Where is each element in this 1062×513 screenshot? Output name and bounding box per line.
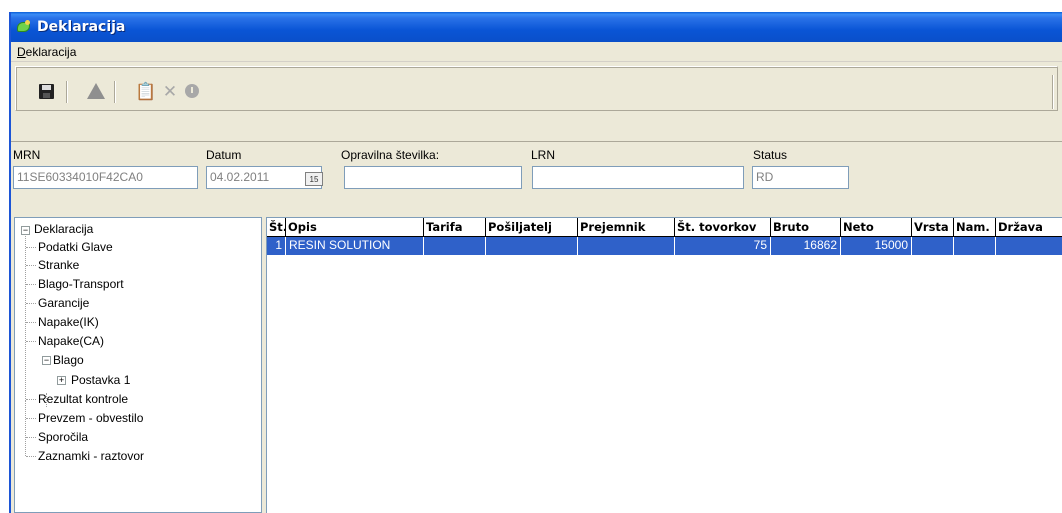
mrn-field[interactable]: 11SE60334010F42CA0 — [13, 166, 198, 189]
triangle-button[interactable] — [86, 81, 106, 101]
navigation-tree: − Deklaracija Podatki Glave Stranke Blag… — [14, 217, 262, 513]
table-cell — [486, 237, 578, 255]
column-header[interactable]: Št. — [267, 218, 286, 237]
tree-item[interactable]: Podatki Glave — [38, 239, 113, 256]
header-fields: MRN 11SE60334010F42CA0 Datum 04.02.2011 … — [11, 141, 1062, 213]
table-cell: 1 — [267, 237, 286, 255]
paste-icon: 📋 — [135, 81, 157, 101]
column-header[interactable]: Opis — [286, 218, 424, 237]
opravilna-label: Opravilna številka: — [341, 148, 440, 162]
tree-item[interactable]: Zaznamki - raztovor — [38, 448, 144, 465]
tree-item[interactable]: Napake(CA) — [38, 333, 104, 350]
tree-connector — [26, 437, 36, 438]
toolbar-frame: 📋 ✕ — [15, 66, 1058, 111]
stop-icon — [185, 84, 199, 98]
tree-connector — [26, 322, 36, 323]
menu-deklaracija[interactable]: Deklaracija — [15, 45, 78, 59]
tree-item-postavka[interactable]: Postavka 1 — [71, 372, 130, 389]
tree-connector — [26, 456, 36, 457]
menu-bar: Deklaracija — [11, 42, 1062, 62]
save-icon — [38, 83, 54, 99]
tree-connector — [26, 247, 36, 248]
toolbar-separator — [114, 81, 116, 103]
table-cell: 75 — [675, 237, 771, 255]
lrn-field[interactable] — [532, 166, 744, 189]
column-header[interactable]: Bruto — [771, 218, 841, 237]
table-cell: 15000 — [841, 237, 912, 255]
opravilna-field[interactable] — [344, 166, 522, 189]
tree-item-blago[interactable]: Blago — [53, 352, 84, 369]
tree-item[interactable]: Prevzem - obvestilo — [38, 410, 143, 427]
triangle-icon — [87, 83, 105, 99]
calendar-button[interactable]: 15 — [305, 172, 323, 186]
tree-connector — [26, 265, 36, 266]
title-bar[interactable]: Deklaracija — [11, 12, 1062, 42]
lrn-label: LRN — [531, 148, 556, 162]
table-row[interactable]: 1 RESIN SOLUTION 75 16862 15000 — [267, 237, 1062, 255]
tree-connector — [26, 399, 36, 400]
tree-item[interactable]: Rezultat kontrole — [38, 391, 128, 408]
tree-item-deklaracija[interactable]: Deklaracija — [34, 221, 93, 238]
save-button[interactable] — [36, 81, 56, 101]
column-header[interactable]: Država — [996, 218, 1062, 237]
tree-connector — [25, 231, 26, 401]
table-cell — [578, 237, 675, 255]
table-cell: 16862 — [771, 237, 841, 255]
grid-header: Št. Opis Tarifa Pošiljatelj Prejemnik Št… — [267, 218, 1062, 237]
items-grid: Št. Opis Tarifa Pošiljatelj Prejemnik Št… — [266, 217, 1062, 513]
table-cell — [954, 237, 996, 255]
status-label: Status — [753, 148, 788, 162]
table-cell — [912, 237, 954, 255]
collapse-icon[interactable]: − — [21, 226, 30, 235]
lower-area: − Deklaracija Podatki Glave Stranke Blag… — [11, 213, 1062, 513]
stop-button[interactable] — [182, 81, 202, 101]
column-header[interactable]: Nam. — [954, 218, 996, 237]
column-header[interactable]: Vrsta — [912, 218, 954, 237]
tree-connector — [26, 303, 36, 304]
tree-connector — [26, 284, 36, 285]
paste-button[interactable]: 📋 — [135, 81, 157, 101]
app-leaf-icon — [16, 20, 32, 34]
mrn-label: MRN — [13, 148, 41, 162]
column-header[interactable]: Pošiljatelj — [486, 218, 578, 237]
window-title: Deklaracija — [37, 19, 126, 35]
toolbar: 📋 ✕ — [11, 63, 1062, 141]
column-header[interactable]: Tarifa — [424, 218, 486, 237]
tree-connector — [26, 418, 36, 419]
tree-connector — [25, 401, 26, 456]
tree-item[interactable]: Napake(IK) — [38, 314, 99, 331]
expand-icon[interactable]: + — [57, 376, 66, 385]
table-cell: RESIN SOLUTION — [286, 237, 424, 255]
tree-item[interactable]: Stranke — [38, 257, 79, 274]
status-field[interactable]: RD — [752, 166, 849, 189]
table-cell — [996, 237, 1062, 255]
deklaracija-window: Deklaracija Deklaracija 📋 ✕ MRN 11SE6033… — [9, 12, 1062, 513]
delete-icon: ✕ — [162, 81, 178, 101]
datum-label: Datum — [206, 148, 242, 162]
column-header[interactable]: Št. tovorkov — [675, 218, 771, 237]
collapse-icon[interactable]: − — [42, 356, 51, 365]
toolbar-separator — [66, 81, 68, 103]
toolbar-edge — [1052, 75, 1054, 109]
tree-item[interactable]: Sporočila — [38, 429, 88, 446]
tree-item[interactable]: Garancije — [38, 295, 89, 312]
tree-item[interactable]: Blago-Transport — [38, 276, 124, 293]
tree-connector — [26, 341, 36, 342]
delete-button[interactable]: ✕ — [160, 81, 180, 101]
table-cell — [424, 237, 486, 255]
column-header[interactable]: Prejemnik — [578, 218, 675, 237]
column-header[interactable]: Neto — [841, 218, 912, 237]
